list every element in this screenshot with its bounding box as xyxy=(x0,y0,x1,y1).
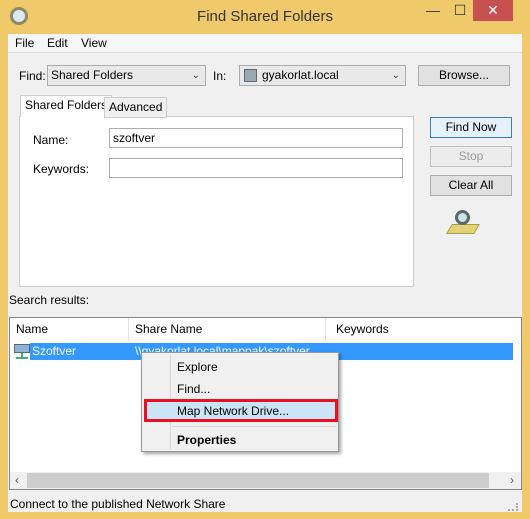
find-type-value: Shared Folders xyxy=(51,68,134,82)
scrollbar-thumb[interactable] xyxy=(27,473,489,488)
browse-button[interactable]: Browse... xyxy=(418,65,510,86)
resize-grip-icon[interactable] xyxy=(508,503,518,511)
column-header-share-name[interactable]: Share Name xyxy=(135,318,202,341)
domain-icon xyxy=(244,69,257,82)
menu-item-properties[interactable]: Properties xyxy=(177,433,236,447)
search-magnifier-icon xyxy=(446,210,480,236)
name-input[interactable]: szoftver xyxy=(109,128,403,148)
minimize-button[interactable]: — xyxy=(420,0,446,21)
network-share-icon xyxy=(14,343,30,359)
column-header-keywords[interactable]: Keywords xyxy=(336,318,389,341)
keywords-label: Keywords: xyxy=(33,162,90,176)
column-divider[interactable] xyxy=(128,318,129,341)
menu-edit[interactable]: Edit xyxy=(47,36,68,50)
scroll-right-icon[interactable]: › xyxy=(510,473,514,487)
in-select[interactable]: gyakorlat.local ⌄ xyxy=(239,65,406,86)
in-label: In: xyxy=(213,69,227,83)
scroll-left-icon[interactable]: ‹ xyxy=(15,473,19,487)
row-name: Szoftver xyxy=(32,344,77,358)
status-bar-text: Connect to the published Network Share xyxy=(10,497,226,511)
tab-shared-folders[interactable]: Shared Folders xyxy=(20,95,113,117)
horizontal-scrollbar[interactable]: ‹ › xyxy=(10,472,521,489)
menu-view[interactable]: View xyxy=(81,36,107,50)
stop-button[interactable]: Stop xyxy=(430,146,512,167)
column-divider[interactable] xyxy=(325,318,326,341)
maximize-button[interactable]: ☐ xyxy=(447,0,473,21)
name-label: Name: xyxy=(33,133,69,147)
close-button[interactable]: ✕ xyxy=(473,0,513,21)
find-label: Find: xyxy=(19,69,46,83)
menu-item-explore[interactable]: Explore xyxy=(177,360,218,374)
in-value: gyakorlat.local xyxy=(262,68,339,82)
chevron-down-icon: ⌄ xyxy=(391,70,400,81)
menu-file[interactable]: File xyxy=(15,36,34,50)
column-header-name[interactable]: Name xyxy=(16,318,48,341)
keywords-input[interactable] xyxy=(109,158,403,178)
menu-bar: File Edit View xyxy=(8,34,522,53)
find-type-select[interactable]: Shared Folders ⌄ xyxy=(47,65,206,86)
tab-advanced[interactable]: Advanced xyxy=(104,97,168,118)
find-now-button[interactable]: Find Now xyxy=(430,117,512,138)
chevron-down-icon: ⌄ xyxy=(191,70,200,81)
context-menu: Explore Find... Map Network Drive... Pro… xyxy=(141,352,339,452)
search-results-label: Search results: xyxy=(9,293,90,307)
clear-all-button[interactable]: Clear All xyxy=(430,175,512,196)
menu-separator xyxy=(172,426,336,427)
menu-item-find[interactable]: Find... xyxy=(177,382,210,396)
menu-item-map-network-drive[interactable]: Map Network Drive... xyxy=(177,404,289,418)
app-icon xyxy=(10,7,28,25)
